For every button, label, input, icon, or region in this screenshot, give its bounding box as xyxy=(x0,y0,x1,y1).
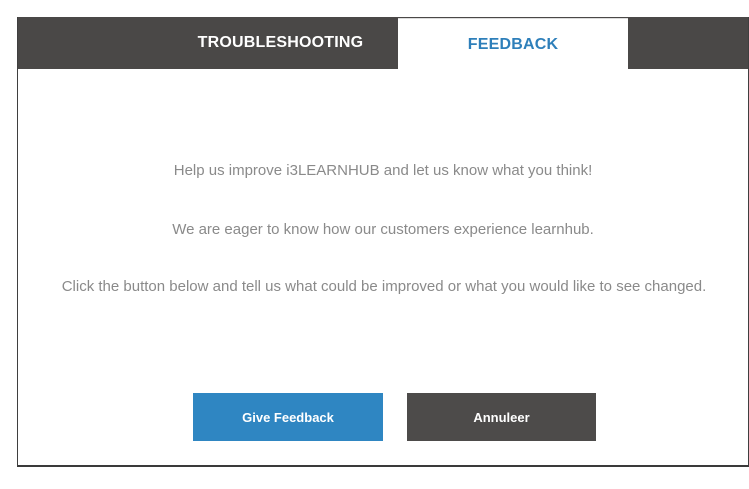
feedback-eager-text: We are eager to know how our customers e… xyxy=(172,221,594,238)
feedback-instructions-text: Click the button below and tell us what … xyxy=(61,278,707,295)
feedback-dialog: TROUBLESHOOTING FEEDBACK Help us improve… xyxy=(17,17,749,467)
tab-bar: TROUBLESHOOTING FEEDBACK xyxy=(18,17,748,70)
cancel-button[interactable]: Annuleer xyxy=(407,393,596,441)
feedback-intro-text: Help us improve i3LEARNHUB and let us kn… xyxy=(173,162,593,179)
tab-troubleshooting[interactable]: TROUBLESHOOTING xyxy=(163,17,398,69)
feedback-panel: Help us improve i3LEARNHUB and let us kn… xyxy=(18,69,748,465)
give-feedback-button[interactable]: Give Feedback xyxy=(193,393,383,441)
tab-feedback[interactable]: FEEDBACK xyxy=(398,18,628,70)
